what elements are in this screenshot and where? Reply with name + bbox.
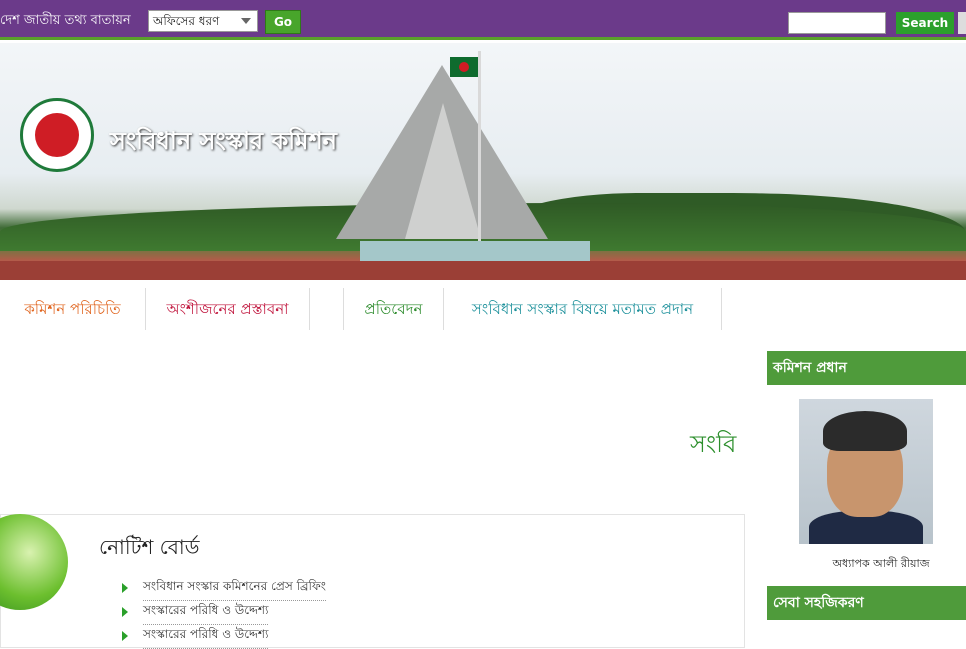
nav-item-report[interactable]: প্রতিবেদন (344, 288, 444, 330)
chief-name: অধ্যাপক আলী রীয়াজ (832, 557, 930, 570)
notice-link[interactable]: সংস্কারের পরিধি ও উদ্দেশ্য (143, 602, 269, 625)
office-type-select[interactable]: অফিসের ধরণ (148, 10, 258, 32)
go-button[interactable]: Go (265, 10, 301, 34)
notice-link[interactable]: সংবিধান সংস্কার কমিশনের প্রেস ব্রিফিং (143, 578, 326, 601)
search-button[interactable]: Search (896, 12, 954, 34)
bullet-arrow-icon (122, 583, 128, 593)
language-button[interactable] (958, 12, 966, 34)
portal-title[interactable]: দেশ জাতীয় তথ্য বাতায়ন (0, 11, 131, 32)
top-bar: দেশ জাতীয় তথ্য বাতায়ন অফিসের ধরণ Go Se… (0, 0, 966, 40)
notice-board-title: নোটিশ বোর্ড (99, 535, 200, 559)
office-type-select-value: অফিসের ধরণ (153, 14, 220, 28)
nav-item-give-opinion[interactable]: সংবিধান সংস্কার বিষয়ে মতামত প্রদান (444, 288, 722, 330)
commission-chief-header: কমিশন প্রধান (767, 351, 966, 385)
government-seal-logo[interactable] (20, 98, 94, 172)
chief-photo[interactable] (799, 399, 933, 544)
search-input[interactable] (788, 12, 886, 34)
red-terrace (0, 261, 966, 280)
service-facilitation-header: সেবা সহজিকরণ (767, 586, 966, 620)
reflecting-pool (360, 241, 590, 261)
main-nav: কমিশন পরিচিতি অংশীজনের প্রস্তাবনা প্রতিব… (0, 288, 966, 330)
bangladesh-flag-icon (450, 57, 478, 77)
nav-item-commission-intro[interactable]: কমিশন পরিচিতি (0, 288, 146, 330)
nav-item-stakeholder-proposals[interactable]: অংশীজনের প্রস্তাবনা (146, 288, 310, 330)
site-title[interactable]: সংবিধান সংস্কার কমিশন (110, 123, 337, 163)
main-heading: সংবি (690, 430, 737, 458)
header-banner: সংবিধান সংস্কার কমিশন (0, 43, 966, 280)
bullet-arrow-icon (122, 631, 128, 641)
memorial-spire (405, 103, 481, 239)
flag-pole (478, 51, 481, 263)
chevron-down-icon (241, 18, 251, 24)
bullet-arrow-icon (122, 607, 128, 617)
notice-link[interactable]: সংস্কারের পরিধি ও উদ্দেশ্য (143, 626, 269, 649)
chief-photo-hair (823, 411, 907, 451)
nav-separator (310, 288, 344, 330)
